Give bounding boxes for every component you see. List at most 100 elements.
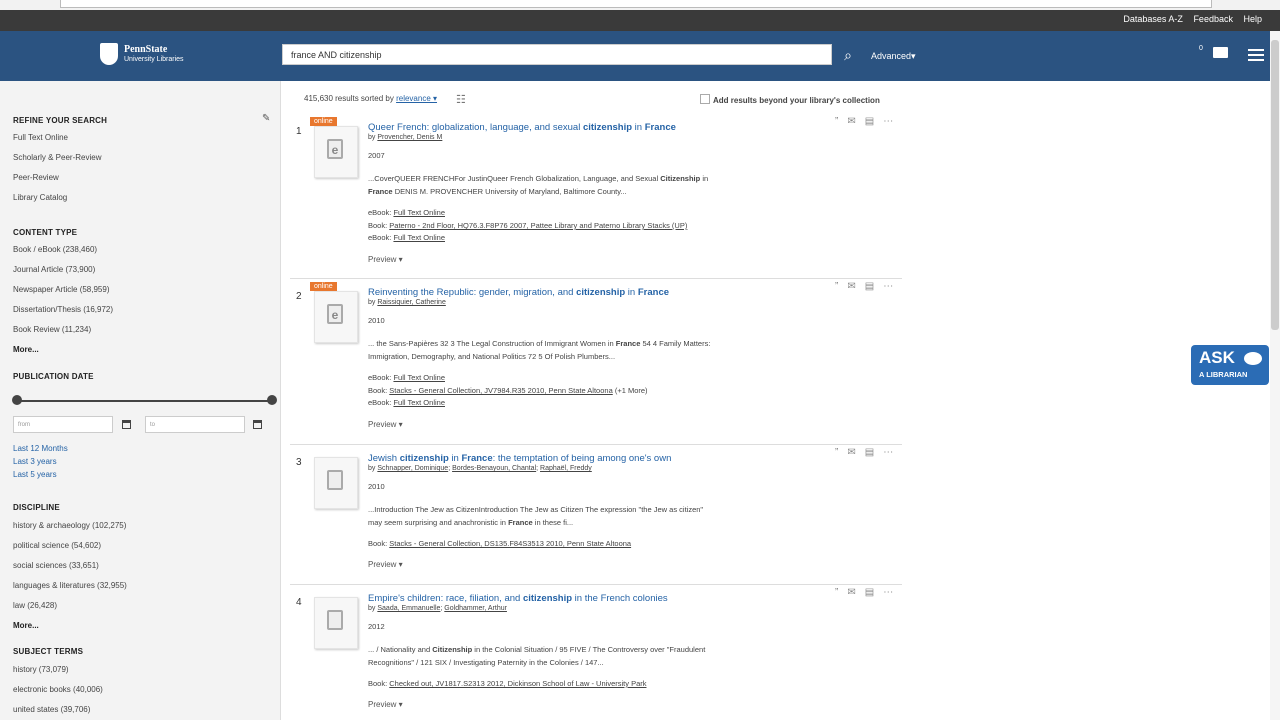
last-5-years-link[interactable]: Last 5 years (13, 470, 57, 479)
content-type-more-link[interactable]: More... (13, 345, 39, 354)
more-icon[interactable]: ⋯ (883, 116, 893, 127)
discipline-item[interactable]: social sciences (33,651) (13, 561, 99, 570)
more-icon[interactable]: ⋯ (883, 447, 893, 458)
discipline-heading: DISCIPLINE (13, 503, 60, 512)
content-type-item[interactable]: Newspaper Article (58,959) (13, 285, 110, 294)
author-link[interactable]: Raissiquier, Catherine (377, 299, 445, 306)
date-from-input[interactable]: from (13, 416, 113, 433)
search-button[interactable]: ⌕ (836, 44, 860, 67)
holding-link[interactable]: Full Text Online (393, 373, 445, 382)
scrollbar-thumb[interactable] (1271, 40, 1279, 330)
discipline-item[interactable]: law (26,428) (13, 601, 57, 610)
folder-icon[interactable]: ▤ (865, 281, 874, 292)
subject-item[interactable]: history (73,079) (13, 665, 69, 674)
sort-dropdown[interactable]: relevance ▾ (396, 94, 437, 103)
beyond-checkbox[interactable] (700, 94, 710, 104)
holding-link[interactable]: Stacks - General Collection, JV7984.R35 … (389, 386, 612, 395)
databases-link[interactable]: Databases A-Z (1123, 14, 1183, 24)
calendar-icon[interactable] (122, 420, 131, 429)
author-link[interactable]: Saada, Emmanuelle (377, 605, 440, 612)
filter-library-catalog[interactable]: Library Catalog (13, 193, 67, 202)
author-link[interactable]: Goldhammer, Arthur (444, 605, 507, 612)
discipline-more-link[interactable]: More... (13, 621, 39, 630)
email-icon[interactable]: ✉ (847, 447, 855, 458)
result-title[interactable]: Jewish citizenship in France: the tempta… (368, 453, 671, 464)
quote-icon[interactable]: ” (835, 447, 838, 458)
preview-toggle[interactable]: Preview ▾ (368, 420, 403, 429)
result-item: 3 Jewish citizenship in France: the temp… (290, 447, 902, 585)
book-icon (327, 610, 343, 630)
folder-icon[interactable]: ▤ (865, 116, 874, 127)
result-thumbnail[interactable] (314, 457, 358, 509)
quote-icon[interactable]: ” (835, 587, 838, 598)
folder-icon[interactable] (1213, 47, 1228, 58)
email-icon[interactable]: ✉ (847, 281, 855, 292)
result-title[interactable]: Queer French: globalization, language, a… (368, 122, 676, 133)
quote-icon[interactable]: ” (835, 281, 838, 292)
filter-full-text[interactable]: Full Text Online (13, 133, 68, 142)
holding-line: eBook: Full Text Online (368, 208, 445, 217)
result-number: 3 (296, 457, 302, 468)
date-slider-end-handle[interactable] (267, 395, 277, 405)
holding-link[interactable]: Paterno - 2nd Floor, HQ76.3.F8P76 2007, … (389, 221, 687, 230)
search-input[interactable]: france AND citizenship (282, 44, 832, 65)
discipline-item[interactable]: languages & literatures (32,955) (13, 581, 127, 590)
discipline-item[interactable]: history & archaeology (102,275) (13, 521, 126, 530)
advanced-search-link[interactable]: Advanced▾ (871, 51, 916, 62)
last-12-months-link[interactable]: Last 12 Months (13, 444, 68, 453)
result-year: 2010 (368, 316, 385, 325)
result-thumbnail[interactable]: e (314, 126, 358, 178)
author-link[interactable]: Schnapper, Dominique (377, 465, 448, 472)
pennstate-logo[interactable]: PennState University Libraries (100, 43, 184, 65)
holding-link[interactable]: Checked out, JV1817.S2313 2012, Dickinso… (389, 679, 646, 688)
holding-link[interactable]: Full Text Online (393, 208, 445, 217)
calendar-icon[interactable] (253, 420, 262, 429)
hamburger-menu-icon[interactable] (1248, 49, 1264, 64)
last-3-years-link[interactable]: Last 3 years (13, 457, 57, 466)
holding-line: eBook: Full Text Online (368, 398, 445, 407)
preview-toggle[interactable]: Preview ▾ (368, 700, 403, 709)
date-slider-start-handle[interactable] (12, 395, 22, 405)
content-type-item[interactable]: Dissertation/Thesis (16,972) (13, 305, 113, 314)
more-holdings[interactable]: (+1 More) (613, 386, 648, 395)
author-link[interactable]: Provencher, Denis M (377, 134, 442, 141)
more-icon[interactable]: ⋯ (883, 587, 893, 598)
shield-icon (100, 43, 118, 65)
address-bar[interactable] (60, 0, 1212, 8)
feedback-link[interactable]: Feedback (1193, 14, 1233, 24)
subject-item[interactable]: electronic books (40,006) (13, 685, 103, 694)
result-actions: ” ✉ ▤ ⋯ (835, 116, 902, 127)
ask-a-librarian-button[interactable]: ASK A LIBRARIAN (1191, 345, 1269, 385)
quote-icon[interactable]: ” (835, 116, 838, 127)
beyond-collection-toggle[interactable]: Add results beyond your library's collec… (700, 94, 880, 105)
holding-link[interactable]: Full Text Online (393, 233, 445, 242)
content-type-item[interactable]: Book Review (11,234) (13, 325, 91, 334)
filter-peer-review[interactable]: Peer-Review (13, 173, 59, 182)
holding-link[interactable]: Stacks - General Collection, DS135.F84S3… (389, 539, 631, 548)
more-icon[interactable]: ⋯ (883, 281, 893, 292)
folder-icon[interactable]: ▤ (865, 587, 874, 598)
result-thumbnail[interactable]: e (314, 291, 358, 343)
help-link[interactable]: Help (1243, 14, 1262, 24)
holding-link[interactable]: Full Text Online (393, 398, 445, 407)
email-icon[interactable]: ✉ (847, 116, 855, 127)
filter-scholarly[interactable]: Scholarly & Peer-Review (13, 153, 101, 162)
content-type-item[interactable]: Journal Article (73,900) (13, 265, 95, 274)
result-title[interactable]: Empire's children: race, filiation, and … (368, 593, 668, 604)
result-thumbnail[interactable] (314, 597, 358, 649)
pencil-icon[interactable]: ✎ (262, 113, 270, 124)
preview-toggle[interactable]: Preview ▾ (368, 255, 403, 264)
content-type-item[interactable]: Book / eBook (238,460) (13, 245, 97, 254)
rss-icon[interactable]: ☷ (456, 93, 466, 106)
result-title[interactable]: Reinventing the Republic: gender, migrat… (368, 287, 669, 298)
date-slider-track[interactable] (16, 400, 272, 402)
author-link[interactable]: Raphaël, Freddy (540, 465, 592, 472)
date-to-input[interactable]: to (145, 416, 245, 433)
author-link[interactable]: Bordes-Benayoun, Chantal (452, 465, 536, 472)
discipline-item[interactable]: political science (54,602) (13, 541, 101, 550)
preview-toggle[interactable]: Preview ▾ (368, 560, 403, 569)
subject-item[interactable]: united states (39,706) (13, 705, 90, 714)
folder-icon[interactable]: ▤ (865, 447, 874, 458)
email-icon[interactable]: ✉ (847, 587, 855, 598)
ask-sublabel: A LIBRARIAN (1199, 370, 1248, 379)
